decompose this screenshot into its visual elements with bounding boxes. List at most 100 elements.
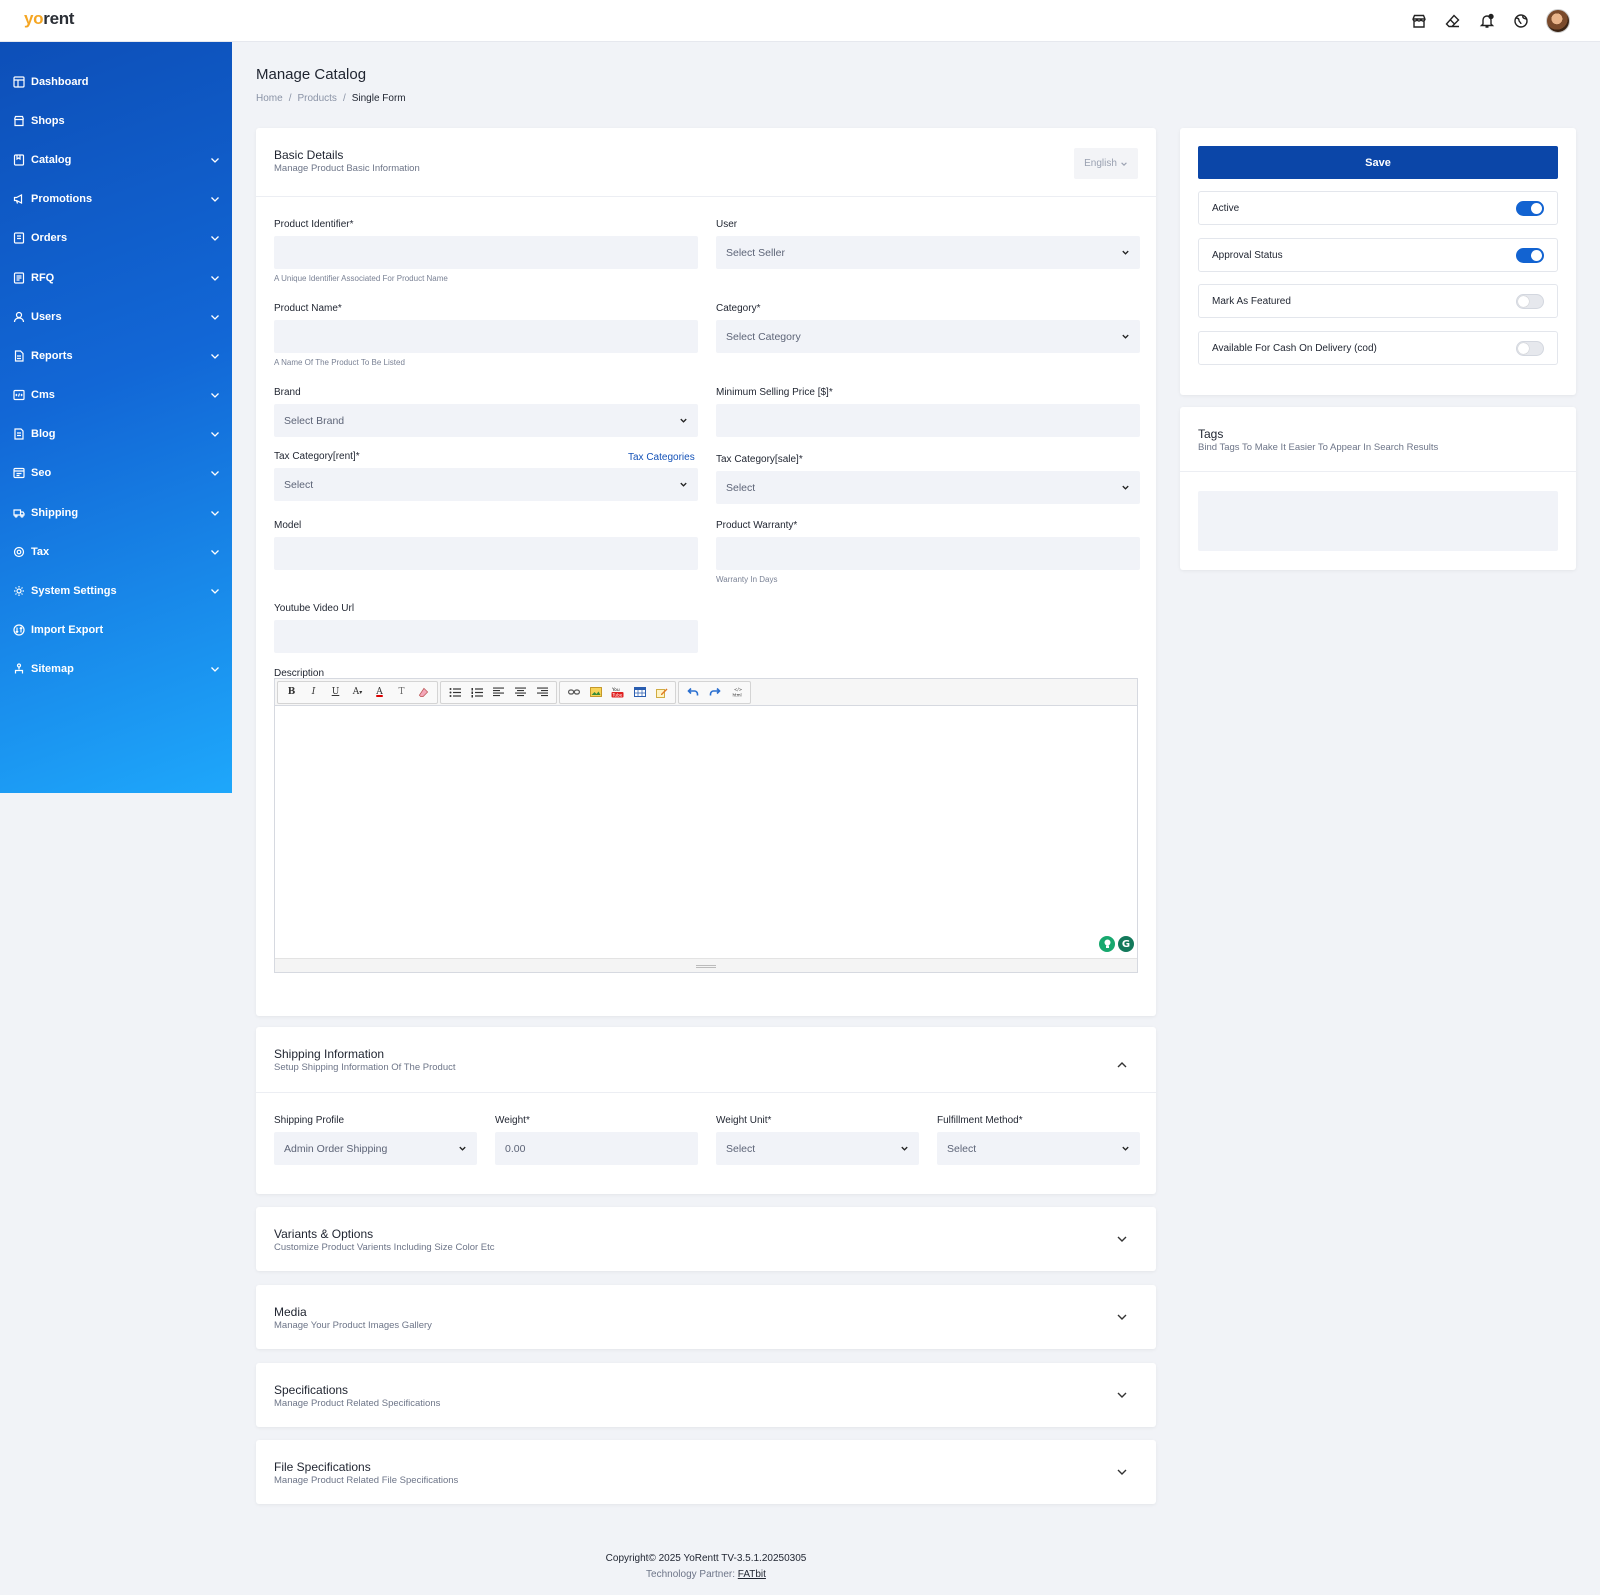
sidebar-item-tax[interactable]: Tax [0,532,232,571]
fulfillment-select[interactable]: Select [937,1132,1140,1165]
product-name-input[interactable] [274,320,698,353]
tax-categories-link[interactable]: Tax Categories [628,452,695,463]
breadcrumb: Home / Products / Single Form [256,93,406,104]
eraser-icon[interactable] [1444,12,1462,30]
tags-input[interactable] [1198,491,1558,551]
chevron-up-icon[interactable] [1116,1059,1128,1071]
lightbulb-icon[interactable] [1099,936,1115,952]
sidebar-item-seo[interactable]: Seo [0,454,232,493]
sidebar-item-catalog[interactable]: Catalog [0,140,232,179]
sidebar-item-users[interactable]: Users [0,297,232,336]
blog-icon [12,428,25,441]
active-switch[interactable] [1516,200,1544,216]
category-select[interactable]: Select Category [716,320,1140,353]
chevron-down-icon [459,1146,466,1151]
save-button[interactable]: Save [1198,146,1558,179]
toggle-approval-status[interactable]: Approval Status [1198,238,1558,272]
description-textarea[interactable]: G [275,706,1137,958]
link-icon[interactable] [563,683,584,702]
sidebar-item-rfq[interactable]: RFQ [0,258,232,297]
shipping-profile-value: Admin Order Shipping [284,1142,388,1155]
gear-icon [12,585,25,598]
tax-rent-select[interactable]: Select [274,468,698,501]
sidebar-item-cms[interactable]: Cms [0,376,232,415]
partner-link[interactable]: FATbit [738,1569,766,1580]
font-color-icon[interactable]: A [369,683,390,702]
bullet-list-icon[interactable] [444,683,465,702]
rfq-icon [12,271,25,284]
numbered-list-icon[interactable] [466,683,487,702]
fulfillment-label: Fulfillment Method* [937,1115,1023,1126]
align-center-icon[interactable] [510,683,531,702]
toggle-active[interactable]: Active [1198,191,1558,225]
sidebar-item-shops[interactable]: Shops [0,101,232,140]
align-left-icon[interactable] [488,683,509,702]
html-source-icon[interactable]: </> html [726,683,747,702]
chevron-down-icon[interactable] [1116,1389,1128,1401]
chevron-down-icon[interactable] [1116,1311,1128,1323]
weight-unit-select[interactable]: Select [716,1132,919,1165]
brand-select[interactable]: Select Brand [274,404,698,437]
product-identifier-input[interactable] [274,236,698,269]
sidebar-item-system-settings[interactable]: System Settings [0,571,232,610]
weight-label: Weight* [495,1115,530,1126]
font-size-icon[interactable]: A ▾ [347,683,368,702]
globe-icon[interactable] [1512,12,1530,30]
sidebar-item-shipping[interactable]: Shipping [0,493,232,532]
sidebar-item-import-export[interactable]: Import Export [0,611,232,650]
grammarly-icon[interactable]: G [1118,936,1134,952]
avatar[interactable] [1546,9,1570,33]
breadcrumb-products[interactable]: Products [297,93,336,104]
shipping-title: Shipping Information [274,1047,385,1061]
image-icon[interactable] [585,683,606,702]
cod-switch[interactable] [1516,340,1544,356]
breadcrumb-home[interactable]: Home [256,93,283,104]
sidebar-item-dashboard[interactable]: Dashboard [0,62,232,101]
text-style-icon[interactable]: T [391,683,412,702]
variants-card[interactable]: Variants & Options Customize Product Var… [256,1207,1156,1271]
sidebar-item-sitemap[interactable]: Sitemap [0,650,232,689]
undo-icon[interactable] [682,683,703,702]
resize-grip-icon[interactable] [696,965,716,968]
youtube-icon[interactable]: You Tube [607,683,628,702]
bell-icon[interactable] [1478,12,1496,30]
tax-sale-select[interactable]: Select [716,471,1140,504]
warranty-input[interactable] [716,537,1140,570]
user-select[interactable]: Select Seller [716,236,1140,269]
sidebar-item-orders[interactable]: Orders [0,219,232,258]
underline-icon[interactable]: U [325,683,346,702]
redo-icon[interactable] [704,683,725,702]
min-price-input[interactable] [716,404,1140,437]
featured-switch[interactable] [1516,293,1544,309]
youtube-input[interactable] [274,620,698,653]
media-card[interactable]: Media Manage Your Product Images Gallery [256,1285,1156,1349]
weight-unit-label: Weight Unit* [716,1115,772,1126]
toggle-mark-featured[interactable]: Mark As Featured [1198,284,1558,318]
language-select[interactable]: English [1074,148,1138,179]
editor-resize-bar[interactable] [275,958,1137,972]
specifications-card[interactable]: Specifications Manage Product Related Sp… [256,1363,1156,1427]
italic-icon[interactable]: I [303,683,324,702]
eraser-icon[interactable] [413,683,434,702]
model-input[interactable] [274,537,698,570]
table-icon[interactable] [629,683,650,702]
sidebar-item-promotions[interactable]: Promotions [0,180,232,219]
variants-title: Variants & Options [274,1227,374,1241]
chevron-down-icon [211,549,219,555]
edit-icon[interactable] [651,683,672,702]
file-specifications-card[interactable]: File Specifications Manage Product Relat… [256,1440,1156,1504]
chevron-down-icon[interactable] [1116,1466,1128,1478]
chevron-down-icon[interactable] [1116,1233,1128,1245]
bold-icon[interactable]: B [281,683,302,702]
shipping-profile-select[interactable]: Admin Order Shipping [274,1132,477,1165]
sidebar-item-reports[interactable]: Reports [0,336,232,375]
align-right-icon[interactable] [532,683,553,702]
store-icon[interactable] [1410,12,1428,30]
sidebar-item-blog[interactable]: Blog [0,415,232,454]
logo[interactable]: yorent [24,9,74,29]
weight-input[interactable]: 0.00 [495,1132,698,1165]
description-editor: B I U A ▾ A T You Tube </> html G [274,678,1138,973]
shipping-header[interactable]: Shipping Information Setup Shipping Info… [256,1027,1156,1073]
toggle-cod[interactable]: Available For Cash On Delivery (cod) [1198,331,1558,365]
approval-status-switch[interactable] [1516,247,1544,263]
